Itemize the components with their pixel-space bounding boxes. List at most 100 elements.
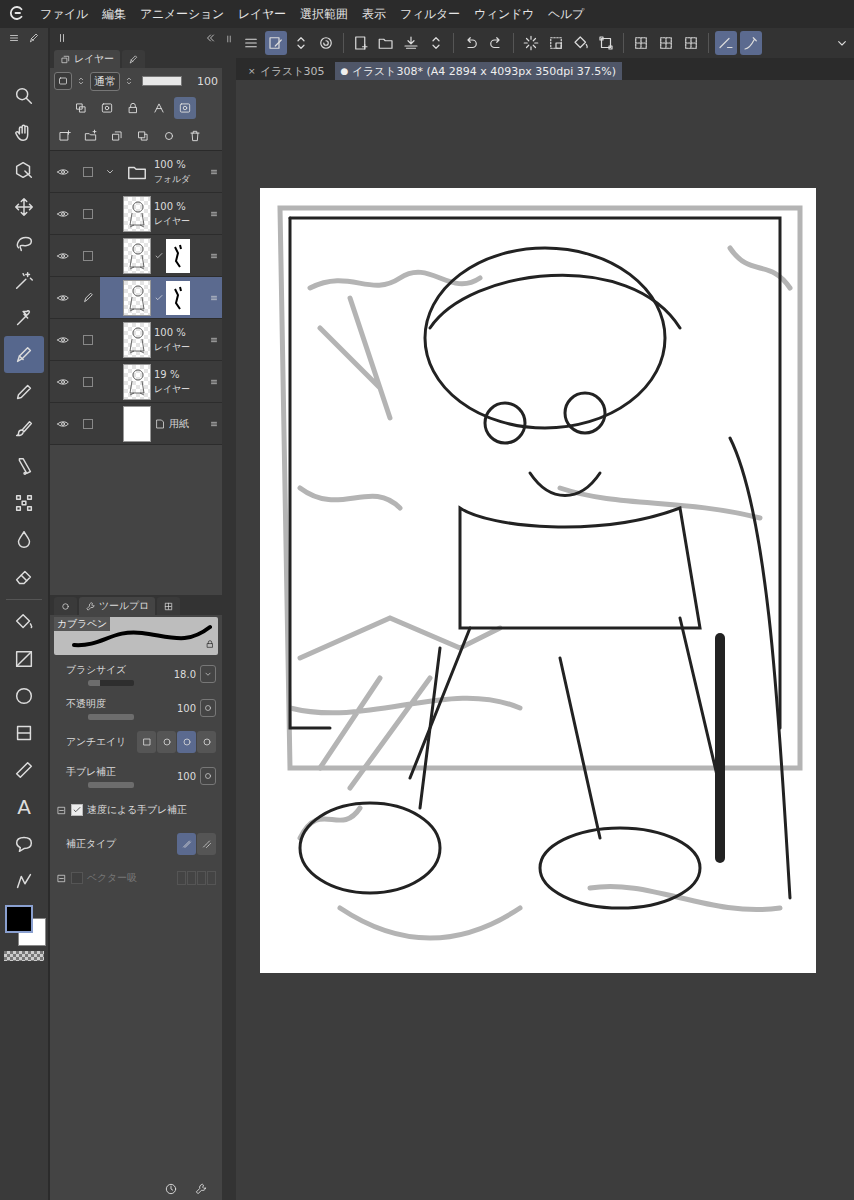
command-button[interactable] bbox=[400, 31, 422, 55]
option-button[interactable] bbox=[177, 731, 196, 753]
command-button[interactable] bbox=[375, 31, 397, 55]
menu-item[interactable]: ヘルプ bbox=[548, 6, 584, 23]
updown-icon[interactable] bbox=[124, 76, 134, 86]
lock-button[interactable] bbox=[205, 639, 215, 652]
layer-command[interactable] bbox=[132, 125, 154, 147]
slider-track[interactable] bbox=[88, 680, 134, 686]
clock-icon[interactable] bbox=[164, 1182, 178, 1196]
edit-target[interactable] bbox=[76, 235, 100, 276]
tool-button[interactable] bbox=[4, 862, 44, 899]
visibility-toggle[interactable] bbox=[50, 403, 76, 444]
tool-button[interactable] bbox=[4, 299, 44, 336]
edit-target[interactable] bbox=[76, 151, 100, 192]
updown-icon[interactable] bbox=[76, 76, 86, 86]
menu-item[interactable]: レイヤー bbox=[238, 6, 286, 23]
command-button[interactable] bbox=[570, 31, 592, 55]
tool-button[interactable] bbox=[4, 410, 44, 447]
toggle-button[interactable] bbox=[122, 97, 144, 119]
tool-property-tab[interactable]: ツールプロ bbox=[79, 597, 155, 615]
menu-item[interactable]: アニメーション bbox=[140, 6, 224, 23]
tool-button[interactable] bbox=[4, 188, 44, 225]
tool-button[interactable] bbox=[4, 262, 44, 299]
layer-command[interactable] bbox=[184, 125, 206, 147]
collapse-icon[interactable] bbox=[56, 805, 67, 816]
command-button[interactable] bbox=[545, 31, 567, 55]
app-logo-icon[interactable] bbox=[8, 4, 26, 25]
edit-target[interactable] bbox=[76, 277, 100, 318]
checkbox[interactable] bbox=[83, 419, 93, 429]
drag-handle[interactable] bbox=[208, 419, 220, 429]
main-color[interactable] bbox=[5, 905, 33, 933]
drag-handle[interactable] bbox=[208, 293, 220, 303]
command-button[interactable] bbox=[630, 31, 652, 55]
tool-button[interactable] bbox=[4, 825, 44, 862]
checkbox[interactable] bbox=[71, 804, 83, 816]
layer-row[interactable]: 100 %フォルダ bbox=[50, 151, 222, 193]
value[interactable]: 18.0 bbox=[166, 669, 196, 680]
checkbox[interactable] bbox=[83, 167, 93, 177]
command-button[interactable] bbox=[290, 31, 312, 55]
option-button[interactable] bbox=[197, 731, 216, 753]
value[interactable]: 100 bbox=[166, 771, 196, 782]
menu-item[interactable]: ファイル bbox=[40, 6, 88, 23]
layer-command[interactable] bbox=[80, 125, 102, 147]
command-button[interactable] bbox=[680, 31, 702, 55]
tool-button[interactable] bbox=[4, 677, 44, 714]
command-button[interactable] bbox=[315, 31, 337, 55]
checkbox[interactable] bbox=[83, 335, 93, 345]
tool-button[interactable] bbox=[4, 77, 44, 114]
transparent-color[interactable] bbox=[4, 951, 44, 961]
tab-mark[interactable]: × bbox=[248, 66, 256, 76]
command-button[interactable] bbox=[265, 31, 287, 55]
tool-button[interactable] bbox=[4, 447, 44, 484]
step-button[interactable] bbox=[200, 665, 216, 683]
menu-item[interactable]: 編集 bbox=[102, 6, 126, 23]
caret-icon[interactable] bbox=[104, 166, 116, 178]
command-button[interactable] bbox=[595, 31, 617, 55]
command-button[interactable] bbox=[425, 31, 447, 55]
drag-handle[interactable] bbox=[208, 335, 220, 345]
tool-button[interactable] bbox=[4, 151, 44, 188]
layer-row[interactable] bbox=[50, 235, 222, 277]
step-button[interactable] bbox=[200, 699, 216, 717]
wrench-icon[interactable] bbox=[194, 1182, 208, 1196]
visibility-toggle[interactable] bbox=[50, 319, 76, 360]
layer-row[interactable] bbox=[50, 277, 222, 319]
menu-item[interactable]: ウィンドウ bbox=[474, 6, 534, 23]
visibility-toggle[interactable] bbox=[50, 193, 76, 234]
option-button[interactable] bbox=[177, 833, 196, 855]
document-tab[interactable]: ×イラスト305 bbox=[242, 62, 331, 80]
menu-icon[interactable] bbox=[8, 32, 20, 44]
other-tab[interactable] bbox=[122, 50, 145, 68]
layer-command[interactable] bbox=[158, 125, 180, 147]
checkbox[interactable] bbox=[83, 209, 93, 219]
step-button[interactable] bbox=[200, 767, 216, 785]
tool-button[interactable] bbox=[4, 751, 44, 788]
command-button[interactable] bbox=[655, 31, 677, 55]
drag-handle[interactable] bbox=[208, 209, 220, 219]
tool-button[interactable] bbox=[4, 484, 44, 521]
blend-dropdown[interactable]: 通常 bbox=[90, 72, 120, 91]
tool-button[interactable] bbox=[4, 558, 44, 595]
layer-row[interactable]: 100 %レイヤー bbox=[50, 193, 222, 235]
layer-command[interactable] bbox=[54, 125, 76, 147]
collapse-icon[interactable] bbox=[56, 873, 67, 884]
edit-target[interactable] bbox=[76, 193, 100, 234]
edit-target[interactable] bbox=[76, 403, 100, 444]
command-button[interactable] bbox=[740, 31, 762, 55]
tool-button[interactable] bbox=[4, 521, 44, 558]
tool-button[interactable] bbox=[4, 114, 44, 151]
other-tab[interactable] bbox=[157, 597, 180, 615]
tool-button[interactable] bbox=[4, 225, 44, 262]
toggle-button[interactable] bbox=[96, 97, 118, 119]
layer-row[interactable]: 100 %レイヤー bbox=[50, 319, 222, 361]
layer-command[interactable] bbox=[106, 125, 128, 147]
command-button[interactable] bbox=[350, 31, 372, 55]
option-button[interactable] bbox=[197, 833, 216, 855]
command-button[interactable] bbox=[460, 31, 482, 55]
command-button[interactable] bbox=[240, 31, 262, 55]
sub-tool-tab[interactable] bbox=[54, 597, 77, 615]
toggle-button[interactable] bbox=[70, 97, 92, 119]
visibility-toggle[interactable] bbox=[50, 277, 76, 318]
more-icon[interactable] bbox=[834, 35, 850, 51]
